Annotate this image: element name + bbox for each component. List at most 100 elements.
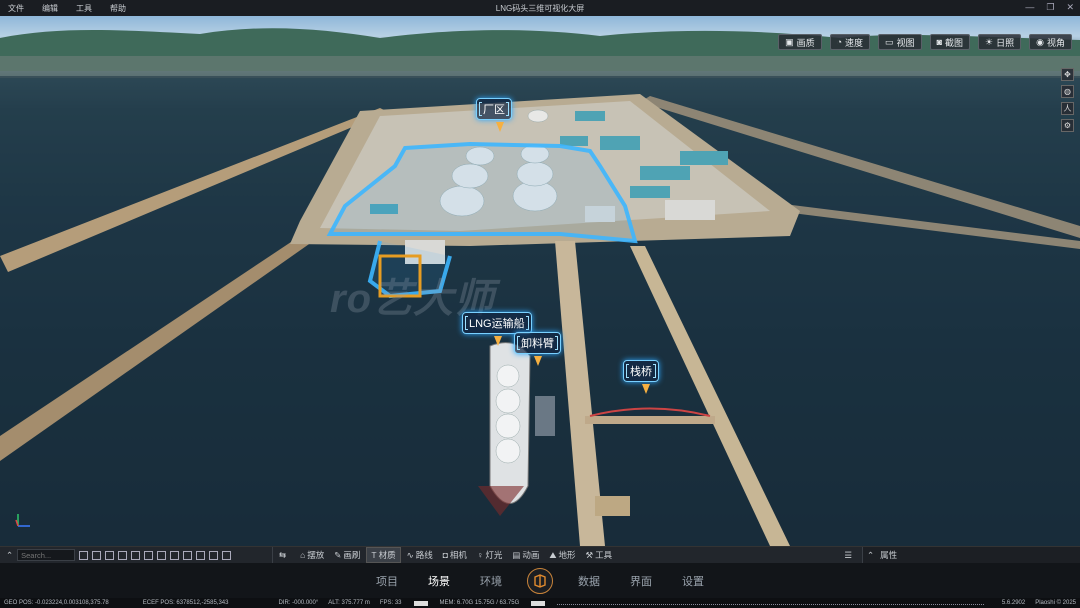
panel-icon[interactable] [222,550,232,560]
camera-icon: ◘ [442,550,448,560]
view-icon: ▭ [885,36,894,47]
menu-tools[interactable]: 工具 [76,3,92,14]
window-title: LNG码头三维可视化大屏 [495,4,585,13]
nav-scene[interactable]: 场景 [413,573,465,589]
label-factory[interactable]: 厂区 [476,98,512,120]
person-icon[interactable]: 人 [1061,102,1074,115]
outliner-tools: ⌃ [0,549,272,561]
menu-help[interactable]: 帮助 [110,3,126,14]
geo-pos: GEO POS: -0.023224,0.003108,375.78 [4,600,109,606]
refresh-icon[interactable] [79,550,89,560]
menu-bar: 文件 编辑 工具 帮助 [0,3,126,14]
eye-icon: ◉ [1036,36,1044,47]
menu-file[interactable]: 文件 [8,3,24,14]
clapper-icon[interactable] [131,550,141,560]
pin-arm-icon [534,356,542,366]
expand-icon[interactable] [144,550,154,560]
tab-camera[interactable]: ◘ 相机 [439,548,471,562]
tab-route[interactable]: ∿ 路线 [403,548,437,562]
box-icon[interactable] [170,550,180,560]
mem-bar [413,600,428,606]
nav-project[interactable]: 项目 [361,573,413,589]
close-icon[interactable]: ✕ [1066,2,1074,13]
compass-icon[interactable]: ✥ [1061,68,1074,81]
menu-list-icon[interactable]: ☰ [844,550,852,561]
ecef-pos: ECEF POS: 6378512,-2585,343 [142,600,229,606]
quality-button[interactable]: ▣ 画质 [778,34,822,50]
select-icon[interactable] [92,550,102,560]
label-bridge[interactable]: 栈桥 [623,360,659,382]
image-icon[interactable] [196,550,206,560]
maximize-icon[interactable]: ❐ [1046,2,1054,13]
tab-light[interactable]: ♀ 灯光 [473,548,506,562]
route-icon: ∿ [406,549,414,560]
sunlight-button[interactable]: ☀ 日照 [978,34,1022,50]
place-icon: ⌂ [300,550,306,560]
material-icon: T [371,550,377,560]
fps-readout: FPS: 33 [379,600,402,606]
nav-interface[interactable]: 界面 [615,573,667,589]
alt-readout: ALT: 375.777 m [328,600,370,606]
tool-icon: ⚒ [585,549,594,560]
scene-render [0,28,1080,546]
copy-icon[interactable] [157,550,167,560]
speed-button[interactable]: ◔ 速度 [829,34,871,50]
copyright-text: Plaoshi © 2025 [1035,600,1076,606]
view-button[interactable]: ▭ 视图 [878,34,922,50]
side-toolbar: ✥ ◍ 人 ⚙ [1061,68,1074,132]
animation-icon: ▤ [512,549,521,560]
quality-icon: ▣ [785,36,794,47]
nav-settings[interactable]: 设置 [667,573,719,589]
focus-icon[interactable] [105,550,115,560]
pin-factory-icon [496,122,504,132]
scene-viewport[interactable]: ro艺大师 ▣ 画质 ◔ 速度 ▭ 视图 ◙ 截图 ☀ 日照 ◉ 视角 ✥ ◍ 人 ⚙ 厂区… [0,16,1080,546]
menu-edit[interactable]: 编辑 [42,3,58,14]
collapse-icon[interactable]: ⌃ [6,550,13,561]
nav-environment[interactable]: 环境 [465,573,517,589]
screenshot-button[interactable]: ◙ 截图 [929,34,971,50]
nav-data[interactable]: 数据 [563,573,615,589]
tab-animation[interactable]: ▤ 动画 [508,548,543,562]
timeline-ruler[interactable] [557,601,984,605]
sun-icon: ☀ [985,36,994,47]
globe-icon[interactable]: ◍ [1061,85,1074,98]
tab-place[interactable]: ⌂ 摆放 [296,548,328,562]
status-bar: GEO POS: -0.023224,0.003108,375.78 ECEF … [0,598,1080,608]
label-arm[interactable]: 卸料臂 [514,332,561,354]
view-toolbar: ▣ 画质 ◔ 速度 ▭ 视图 ◙ 截图 ☀ 日照 ◉ 视角 [778,34,1072,50]
camera-snap-icon[interactable] [118,550,128,560]
brush-icon: ✎ [334,549,342,560]
dir-readout: DIR: -000.000° [278,600,319,606]
label-ship[interactable]: LNG运输船 [462,312,532,334]
perspective-button[interactable]: ◉ 视角 [1029,34,1072,50]
minimize-icon[interactable]: — [1025,2,1034,13]
chevron-up-icon: ⌃ [867,549,875,560]
tab-brush[interactable]: ✎ 画刷 [330,548,364,562]
screenshot-icon: ◙ [936,37,943,47]
pin-ship-icon [494,336,502,346]
speed-icon: ◔ [836,37,843,47]
search-input[interactable] [17,549,76,561]
mode-toggle-icon[interactable]: ⇆ [279,550,286,561]
properties-header[interactable]: ⌃ 属性 [862,547,1080,563]
properties-label: 属性 [880,550,898,560]
pin-bridge-icon [642,384,650,394]
main-nav: 项目 场景 环境 数据 界面 设置 [0,563,1080,598]
title-bar: 文件 编辑 工具 帮助 LNG码头三维可视化大屏 — ❐ ✕ [0,0,1080,16]
mem-readout: MEM: 6.70G 15.75G / 63.75G [439,600,520,606]
mode-tabs: ⇆ ⌂ 摆放 ✎ 画刷 T 材质 ∿ 路线 ◘ 相机 ♀ 灯光 ▤ 动画 ⛰ 地形 ⚒ 工具 ☰ [272,547,862,563]
tab-material[interactable]: T 材质 [366,547,401,563]
app-logo-icon[interactable] [527,567,553,594]
list-icon[interactable] [183,550,193,560]
gpu-bar [531,600,546,606]
light-icon: ♀ [476,550,484,560]
tab-tools[interactable]: ⚒ 工具 [582,548,617,562]
axis-gizmo-icon [15,514,30,527]
version-readout: 5.6.2902 [1001,600,1026,606]
settings-icon[interactable]: ⚙ [1061,119,1074,132]
terrain-icon: ⛰ [549,549,557,560]
editor-toolbar: ⌃ ⇆ ⌂摆放 ✎画刷 T材质 ∿路线 ◘相机 ♀灯光 ▤动画 ⛰地形 ⚒工具 … [0,546,1080,563]
folder-icon[interactable] [209,550,219,560]
window-controls: — ❐ ✕ [1025,2,1074,13]
tab-terrain[interactable]: ⛰ 地形 [545,548,579,562]
